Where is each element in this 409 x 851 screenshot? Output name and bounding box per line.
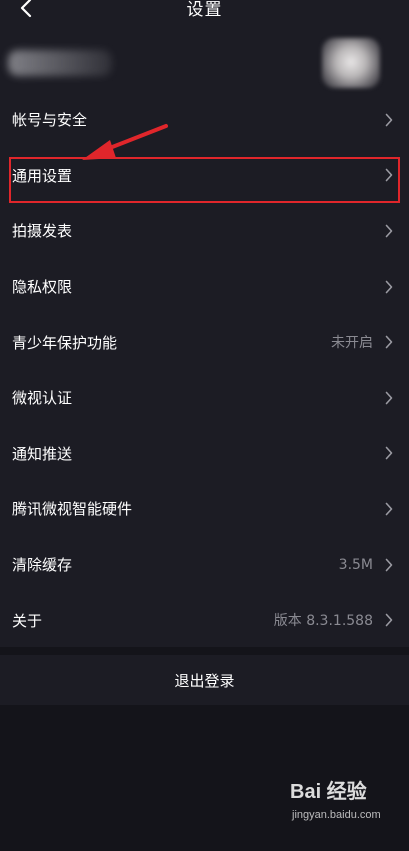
avatar — [322, 38, 380, 88]
watermark-logo: Bai 经验 — [290, 781, 367, 803]
settings-item-label: 清除缓存 — [12, 556, 73, 575]
settings-item-label: 腾讯微视智能硬件 — [12, 500, 133, 519]
chevron-right-icon — [383, 557, 395, 573]
settings-item-youth-protection[interactable]: 青少年保护功能 未开启 — [0, 314, 409, 370]
page-title: 设置 — [186, 0, 223, 20]
chevron-right-icon — [383, 223, 395, 239]
chevron-right-icon — [383, 445, 395, 461]
cache-size-value: 3.5M — [338, 556, 373, 573]
settings-item-general[interactable]: 通用设置 — [0, 148, 409, 204]
chevron-right-icon — [383, 501, 395, 517]
settings-item-privacy[interactable]: 隐私权限 — [0, 259, 409, 315]
chevron-right-icon — [383, 612, 395, 628]
version-value: 版本 8.3.1.588 — [273, 613, 373, 630]
settings-item-label: 通知推送 — [12, 444, 73, 463]
logout-button[interactable]: 退出登录 — [0, 655, 409, 705]
profile-section[interactable] — [0, 24, 409, 92]
settings-item-label: 拍摄发表 — [12, 222, 73, 241]
settings-item-smart-hardware[interactable]: 腾讯微视智能硬件 — [0, 481, 409, 537]
settings-item-label: 帐号与安全 — [12, 111, 88, 130]
header-bar: 设置 — [0, 0, 409, 24]
settings-item-notifications[interactable]: 通知推送 — [0, 426, 409, 482]
settings-item-about[interactable]: 关于 版本 8.3.1.588 — [0, 592, 409, 648]
blurred-username — [8, 50, 112, 76]
settings-item-status: 未开启 — [331, 335, 373, 352]
settings-list: 帐号与安全 通用设置 拍摄发表 隐私权限 青少年保护功能 未开启 微视认证 通知… — [0, 92, 409, 648]
settings-item-verification[interactable]: 微视认证 — [0, 370, 409, 426]
chevron-right-icon — [383, 167, 395, 183]
settings-item-clear-cache[interactable]: 清除缓存 3.5M — [0, 537, 409, 593]
settings-item-account-security[interactable]: 帐号与安全 — [0, 92, 409, 148]
chevron-right-icon — [383, 279, 395, 295]
chevron-right-icon — [383, 334, 395, 350]
baidu-jingyan-watermark: Bai 经验 jingyan.baidu.com — [290, 775, 402, 835]
chevron-right-icon — [383, 390, 395, 406]
settings-item-label: 通用设置 — [12, 166, 73, 185]
settings-item-label: 微视认证 — [12, 389, 73, 408]
watermark-url: jingyan.baidu.com — [292, 809, 381, 821]
settings-item-label: 隐私权限 — [12, 278, 73, 297]
settings-item-shooting-publish[interactable]: 拍摄发表 — [0, 203, 409, 259]
chevron-right-icon — [383, 112, 395, 128]
settings-item-label: 关于 — [12, 611, 43, 630]
section-divider — [0, 647, 409, 655]
settings-item-label: 青少年保护功能 — [12, 333, 118, 352]
